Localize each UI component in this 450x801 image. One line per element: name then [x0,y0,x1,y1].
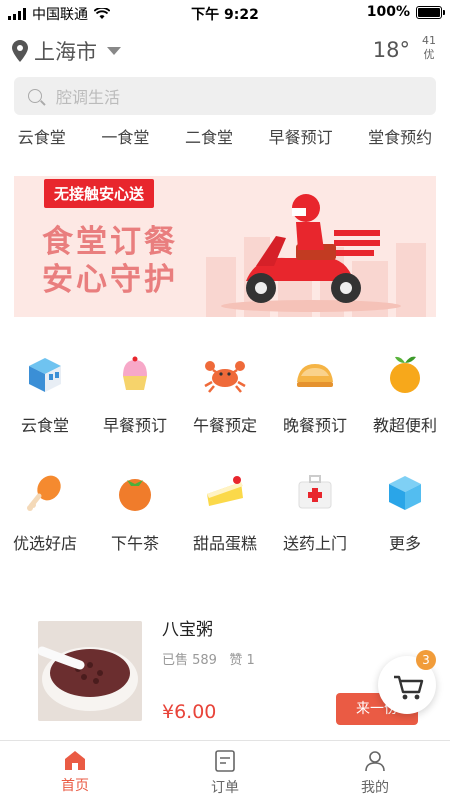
orders-icon [215,750,235,772]
category-label: 优选好店 [12,534,77,553]
category-more[interactable]: 更多 [360,468,450,554]
medkit-icon [298,475,332,509]
tab-cloud-canteen[interactable]: 云食堂 [18,124,66,156]
nav-label: 我的 [361,780,389,796]
user-icon [365,751,385,772]
category-afternoon-tea[interactable]: 下午茶 [90,468,180,554]
orange-icon [390,356,420,393]
category-label: 送药上门 [282,534,347,553]
category-label: 早餐预订 [102,416,167,435]
city-name: 上海市 [34,40,97,64]
chevron-down-icon [107,47,121,55]
tab-breakfast-order[interactable]: 早餐预订 [269,124,333,156]
cart-count-badge: 3 [416,650,436,670]
nav-profile[interactable]: 我的 [330,741,420,801]
product-price: ¥6.00 [162,701,217,723]
battery-percent: 100% [366,4,410,20]
nav-home[interactable]: 首页 [30,741,120,801]
category-dinner-order[interactable]: 晚餐预订 [270,350,360,436]
temperature: 18° [372,38,410,62]
building-icon [29,358,61,392]
contactless-tag: 无接触安心送 [44,179,155,208]
category-label: 晚餐预订 [282,416,347,435]
like-count: 赞 1 [229,653,255,668]
header: 上海市 18° 41 优 [0,32,450,72]
search-icon [28,89,42,103]
category-label: 下午茶 [110,534,159,553]
tomato-icon [119,479,151,511]
tab-canteen-one[interactable]: 一食堂 [101,124,149,156]
nav-label: 首页 [61,778,89,794]
category-grid-row-2: 优选好店 下午茶 甜品蛋糕 送药上门 更多 [0,468,450,554]
search-bar[interactable]: 腔调生活 [14,77,436,115]
cube-icon [389,476,421,510]
air-quality: 41 优 [422,34,436,62]
status-bar: 中国联通 下午 9:22 100% [0,0,450,24]
location-pin-icon [12,40,28,62]
product-image [38,621,142,721]
aqi-value: 41 [422,34,436,47]
cupcake-icon [123,356,147,390]
bottom-navigation: 首页 订单 我的 [0,740,450,801]
home-icon [65,751,85,770]
search-placeholder: 腔调生活 [56,88,121,107]
product-stats: 已售 589 赞 1 [162,649,255,668]
tab-dine-in-reservation[interactable]: 堂食预约 [368,124,432,156]
canteen-tabs: 云食堂 一食堂 二食堂 早餐预订 堂食预约 [0,124,450,156]
nav-label: 订单 [211,780,239,796]
banner-subheadline: 安心守护 [42,262,178,298]
category-breakfast-order[interactable]: 早餐预订 [90,350,180,436]
crab-icon [204,361,246,393]
category-lunch-order[interactable]: 午餐预定 [180,350,270,436]
promo-banner[interactable]: 无接触安心送 食堂订餐 安心守护 [14,176,436,317]
category-desserts-cakes[interactable]: 甜品蛋糕 [180,468,270,554]
category-label: 更多 [388,534,421,553]
drumstick-icon [27,475,61,511]
category-label: 甜品蛋糕 [192,534,257,553]
nav-orders[interactable]: 订单 [180,741,270,801]
category-selected-stores[interactable]: 优选好店 [0,468,90,554]
tab-canteen-two[interactable]: 二食堂 [185,124,233,156]
bun-icon [297,364,333,387]
battery-icon [416,5,445,19]
category-label: 午餐预定 [192,416,257,435]
category-label: 教超便利 [372,416,437,435]
category-grid-row-1: 云食堂 早餐预订 午餐预定 晚餐预订 教超便利 [0,350,450,436]
delivery-scooter-illustration [221,194,401,312]
cake-icon [207,476,243,506]
aqi-label: 优 [423,48,435,61]
category-label: 云食堂 [20,416,69,435]
sold-count: 已售 589 [162,653,217,668]
category-cloud-canteen[interactable]: 云食堂 [0,350,90,436]
cart-button[interactable]: 3 [378,650,436,714]
product-name: 八宝粥 [162,620,213,640]
category-campus-convenience[interactable]: 教超便利 [360,350,450,436]
category-medicine-delivery[interactable]: 送药上门 [270,468,360,554]
city-selector[interactable]: 上海市 [12,36,121,66]
